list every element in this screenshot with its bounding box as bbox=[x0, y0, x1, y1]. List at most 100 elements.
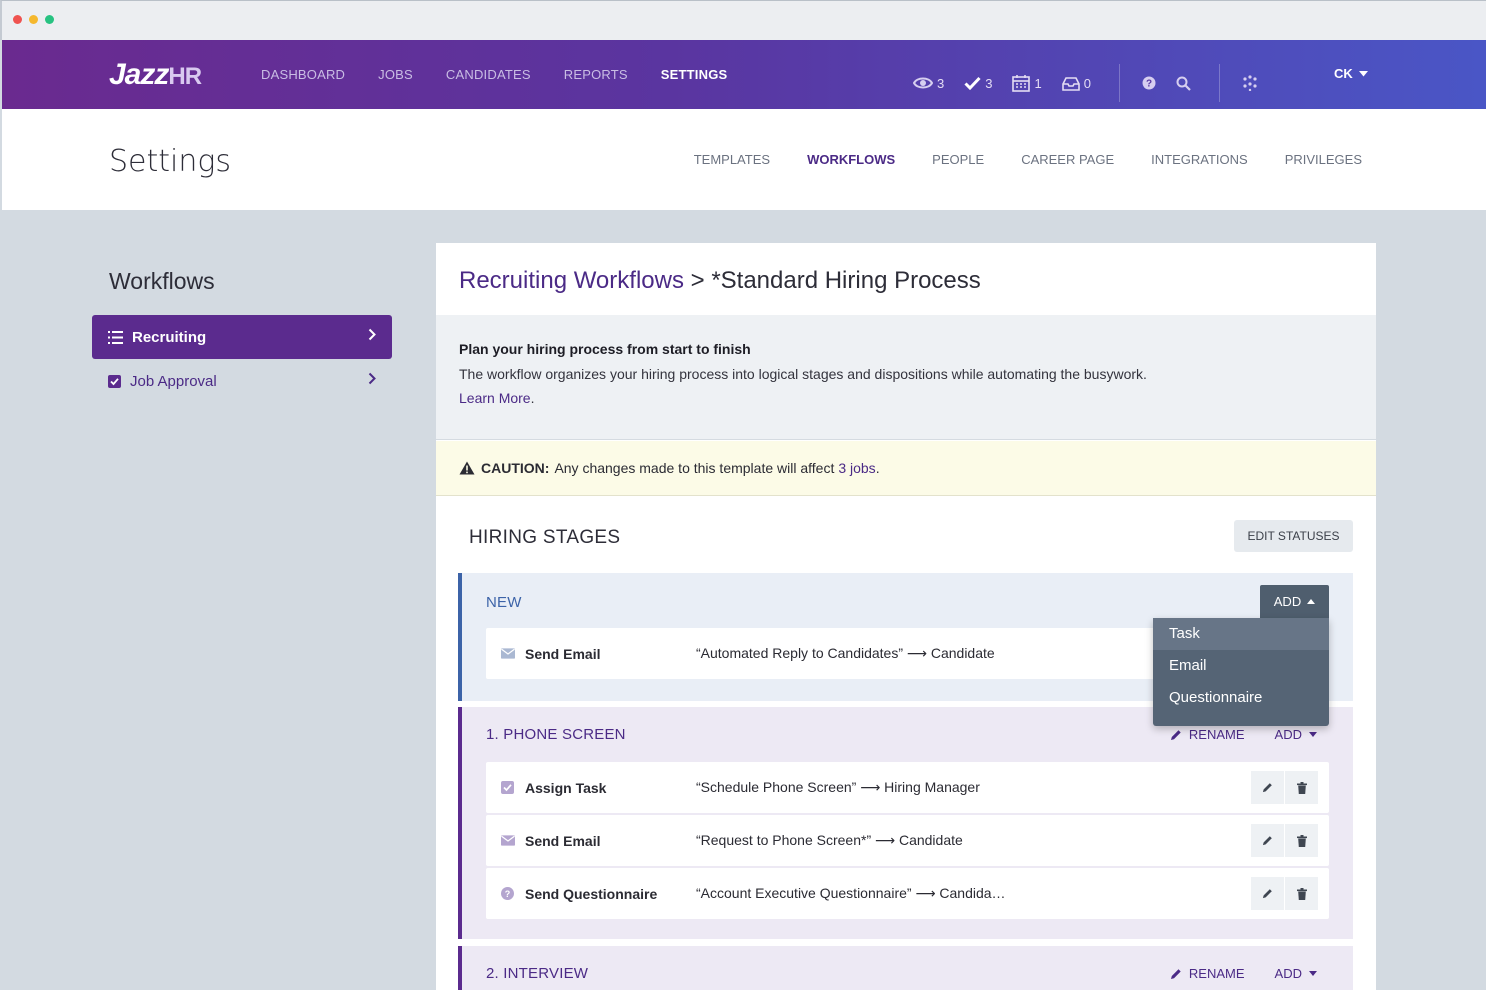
action-detail: “Request to Phone Screen*” ⟶ Candidate bbox=[696, 832, 963, 848]
logo-text-main: Jazz bbox=[109, 58, 169, 91]
caution-text: Any changes made to this template will a… bbox=[554, 460, 835, 476]
tab-templates[interactable]: TEMPLATES bbox=[694, 152, 770, 167]
action-label: Assign Task bbox=[525, 779, 607, 796]
calendar-icon bbox=[1012, 75, 1031, 92]
nav-settings[interactable]: SETTINGS bbox=[661, 67, 728, 82]
pencil-icon bbox=[1262, 889, 1272, 899]
help-button[interactable]: ? bbox=[1142, 76, 1156, 90]
action-label: Send Email bbox=[525, 832, 601, 849]
pencil-icon bbox=[1170, 968, 1181, 979]
sidebar-item-job-approval[interactable]: Job Approval bbox=[92, 359, 392, 403]
workflow-action-row[interactable]: Send Email “Request to Phone Screen*” ⟶ … bbox=[486, 815, 1329, 866]
tab-privileges[interactable]: PRIVILEGES bbox=[1285, 152, 1362, 167]
stage-interview: 2. INTERVIEW RENAME ADD bbox=[458, 946, 1353, 990]
nav-jobs[interactable]: JOBS bbox=[378, 67, 413, 82]
action-detail: “Account Executive Questionnaire” ⟶ Cand… bbox=[696, 885, 1006, 901]
sidebar-item-label: Job Approval bbox=[130, 372, 217, 390]
add-action-button[interactable]: ADD bbox=[1275, 966, 1317, 981]
top-navigation-bar: JazzHR DASHBOARD JOBS CANDIDATES REPORTS… bbox=[2, 40, 1486, 109]
rename-stage-button[interactable]: RENAME bbox=[1170, 966, 1245, 981]
affected-jobs-link[interactable]: 3 jobs bbox=[838, 460, 875, 476]
close-window-button[interactable] bbox=[13, 15, 22, 24]
stage-actions: RENAME ADD bbox=[1170, 727, 1317, 742]
warning-icon bbox=[459, 461, 475, 475]
nav-icon-group: 3 3 1 0 ? bbox=[913, 64, 1278, 102]
dropdown-option-email[interactable]: Email bbox=[1153, 650, 1329, 682]
user-initials: CK bbox=[1334, 66, 1353, 81]
nav-candidates[interactable]: CANDIDATES bbox=[446, 67, 531, 82]
window-titlebar bbox=[0, 0, 1486, 40]
stage-title: 2. INTERVIEW bbox=[486, 965, 589, 982]
list-icon bbox=[108, 330, 123, 344]
add-label: ADD bbox=[1273, 594, 1302, 609]
sidebar-item-label: Recruiting bbox=[132, 328, 207, 346]
trash-icon bbox=[1296, 781, 1307, 794]
delete-action-button[interactable] bbox=[1285, 824, 1318, 857]
tab-career-page[interactable]: CAREER PAGE bbox=[1021, 152, 1114, 167]
info-heading: Plan your hiring process from start to f… bbox=[459, 341, 751, 357]
dropdown-option-questionnaire[interactable]: Questionnaire bbox=[1153, 682, 1329, 714]
tab-workflows[interactable]: WORKFLOWS bbox=[807, 152, 895, 167]
workflow-action-row[interactable]: Assign Task “Schedule Phone Screen” ⟶ Hi… bbox=[486, 762, 1329, 813]
window-controls bbox=[13, 15, 54, 24]
hiring-stages-title: HIRING STAGES bbox=[469, 527, 621, 548]
add-action-button-open[interactable]: ADD bbox=[1260, 585, 1329, 618]
nav-reports[interactable]: REPORTS bbox=[564, 67, 628, 82]
main-nav-links: DASHBOARD JOBS CANDIDATES REPORTS SETTIN… bbox=[261, 67, 727, 82]
stage-actions: RENAME ADD bbox=[1170, 966, 1317, 981]
user-menu[interactable]: CK bbox=[1334, 66, 1368, 81]
tab-people[interactable]: PEOPLE bbox=[932, 152, 984, 167]
svg-text:?: ? bbox=[505, 889, 511, 899]
sidebar-item-recruiting[interactable]: Recruiting bbox=[92, 315, 392, 359]
apps-button[interactable] bbox=[1242, 75, 1258, 91]
stage-phone-screen: 1. PHONE SCREEN RENAME ADD Assign Task “… bbox=[458, 707, 1353, 939]
tab-integrations[interactable]: INTEGRATIONS bbox=[1151, 152, 1248, 167]
envelope-icon bbox=[501, 648, 515, 659]
rename-stage-button[interactable]: RENAME bbox=[1170, 727, 1245, 742]
search-button[interactable] bbox=[1176, 76, 1191, 91]
workflow-action-row[interactable]: ? Send Questionnaire “Account Executive … bbox=[486, 868, 1329, 919]
edit-action-button[interactable] bbox=[1251, 824, 1284, 857]
add-action-button[interactable]: ADD bbox=[1275, 727, 1317, 742]
delete-action-button[interactable] bbox=[1285, 771, 1318, 804]
row-actions bbox=[1251, 877, 1318, 910]
add-label: ADD bbox=[1274, 727, 1302, 742]
page-title: Settings bbox=[109, 144, 232, 179]
trash-icon bbox=[1296, 887, 1307, 900]
action-detail: “Schedule Phone Screen” ⟶ Hiring Manager bbox=[696, 779, 980, 795]
calendar-counter[interactable]: 1 bbox=[1012, 74, 1042, 92]
edit-statuses-button[interactable]: EDIT STATUSES bbox=[1234, 520, 1353, 552]
caret-up-icon bbox=[1307, 599, 1316, 604]
caution-label: CAUTION: bbox=[481, 460, 550, 476]
apps-grid-icon bbox=[1243, 75, 1257, 91]
checkbox-checked-icon bbox=[108, 374, 121, 388]
minimize-window-button[interactable] bbox=[29, 15, 38, 24]
jazzhr-logo[interactable]: JazzHR bbox=[109, 58, 202, 92]
add-label: ADD bbox=[1274, 966, 1302, 981]
tasks-counter[interactable]: 3 bbox=[964, 76, 992, 91]
views-counter[interactable]: 3 bbox=[913, 76, 944, 91]
learn-more-period: . bbox=[530, 390, 535, 406]
edit-action-button[interactable] bbox=[1251, 877, 1284, 910]
caution-banner: CAUTION: Any changes made to this templa… bbox=[436, 441, 1376, 496]
pencil-icon bbox=[1262, 836, 1272, 846]
question-icon: ? bbox=[501, 887, 515, 900]
settings-tabs: TEMPLATES WORKFLOWS PEOPLE CAREER PAGE I… bbox=[694, 152, 1362, 167]
breadcrumb-recruiting-workflows[interactable]: Recruiting Workflows bbox=[459, 267, 684, 294]
chevron-right-icon bbox=[368, 372, 376, 385]
envelope-icon bbox=[501, 835, 515, 846]
edit-action-button[interactable] bbox=[1251, 771, 1284, 804]
info-box: Plan your hiring process from start to f… bbox=[436, 315, 1376, 440]
learn-more-link[interactable]: Learn More bbox=[459, 390, 531, 406]
row-actions bbox=[1251, 824, 1318, 857]
delete-action-button[interactable] bbox=[1285, 877, 1318, 910]
trash-icon bbox=[1296, 834, 1307, 847]
sidebar-title: Workflows bbox=[109, 268, 215, 294]
info-text: The workflow organizes your hiring proce… bbox=[459, 366, 1147, 382]
maximize-window-button[interactable] bbox=[45, 15, 54, 24]
inbox-count: 0 bbox=[1083, 75, 1091, 91]
inbox-counter[interactable]: 0 bbox=[1061, 75, 1091, 91]
nav-dashboard[interactable]: DASHBOARD bbox=[261, 67, 345, 82]
dropdown-option-task[interactable]: Task bbox=[1153, 618, 1329, 650]
row-actions bbox=[1251, 771, 1318, 804]
